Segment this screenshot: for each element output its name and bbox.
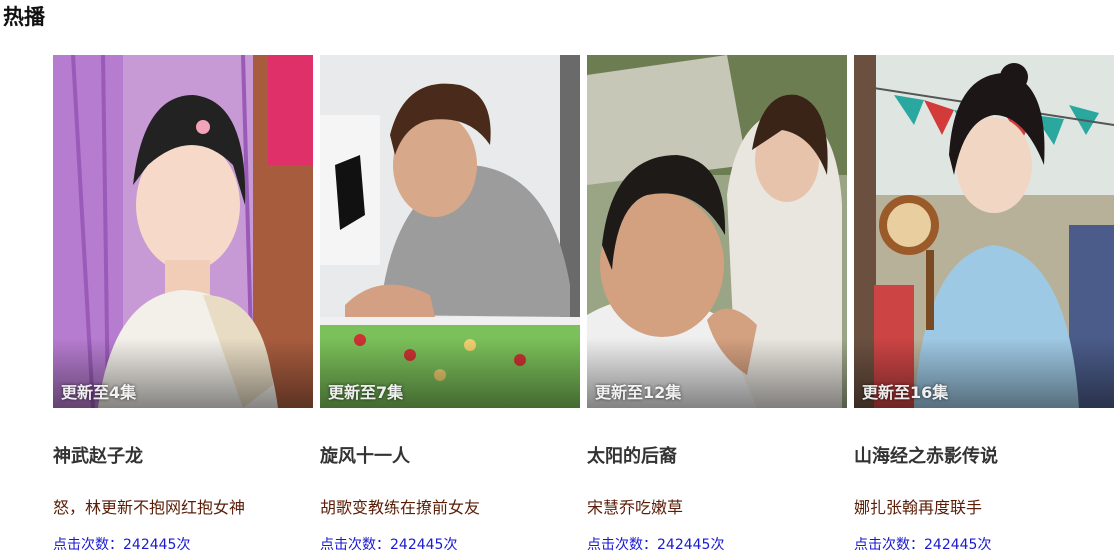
drama-title[interactable]: 山海经之赤影传说 [854, 442, 998, 468]
drama-description[interactable]: 宋慧乔吃嫩草 [587, 494, 683, 518]
drama-description[interactable]: 怒，林更新不抱网红抱女神 [53, 494, 245, 518]
drama-poster[interactable]: 更新至12集 [587, 55, 847, 408]
drama-description[interactable]: 娜扎张翰再度联手 [854, 494, 982, 518]
section-title: 热播 [3, 5, 45, 29]
episode-badge: 更新至4集 [61, 383, 137, 402]
click-count: 点击次数：242445次 [854, 537, 992, 553]
drama-description[interactable]: 胡歌变教练在撩前女友 [320, 494, 480, 518]
click-count: 点击次数：242445次 [53, 537, 191, 553]
drama-poster[interactable]: 更新至7集 [320, 55, 580, 408]
drama-card[interactable]: 更新至16集 山海经之赤影传说 娜扎张翰再度联手 点击次数：242445次 [854, 55, 1114, 553]
drama-poster[interactable]: 更新至16集 [854, 55, 1114, 408]
episode-badge: 更新至7集 [328, 383, 404, 402]
episode-badge: 更新至12集 [595, 383, 682, 402]
drama-card[interactable]: 更新至7集 旋风十一人 胡歌变教练在撩前女友 点击次数：242445次 [320, 55, 580, 553]
drama-title[interactable]: 神武赵子龙 [53, 442, 143, 468]
episode-badge: 更新至16集 [862, 383, 949, 402]
click-count: 点击次数：242445次 [320, 537, 458, 553]
drama-card[interactable]: 更新至12集 太阳的后裔 宋慧乔吃嫩草 点击次数：242445次 [587, 55, 847, 553]
drama-title[interactable]: 旋风十一人 [320, 442, 410, 468]
drama-title[interactable]: 太阳的后裔 [587, 442, 677, 468]
drama-poster[interactable]: 更新至4集 [53, 55, 313, 408]
drama-card[interactable]: 更新至4集 神武赵子龙 怒，林更新不抱网红抱女神 点击次数：242445次 [53, 55, 313, 553]
click-count: 点击次数：242445次 [587, 537, 725, 553]
